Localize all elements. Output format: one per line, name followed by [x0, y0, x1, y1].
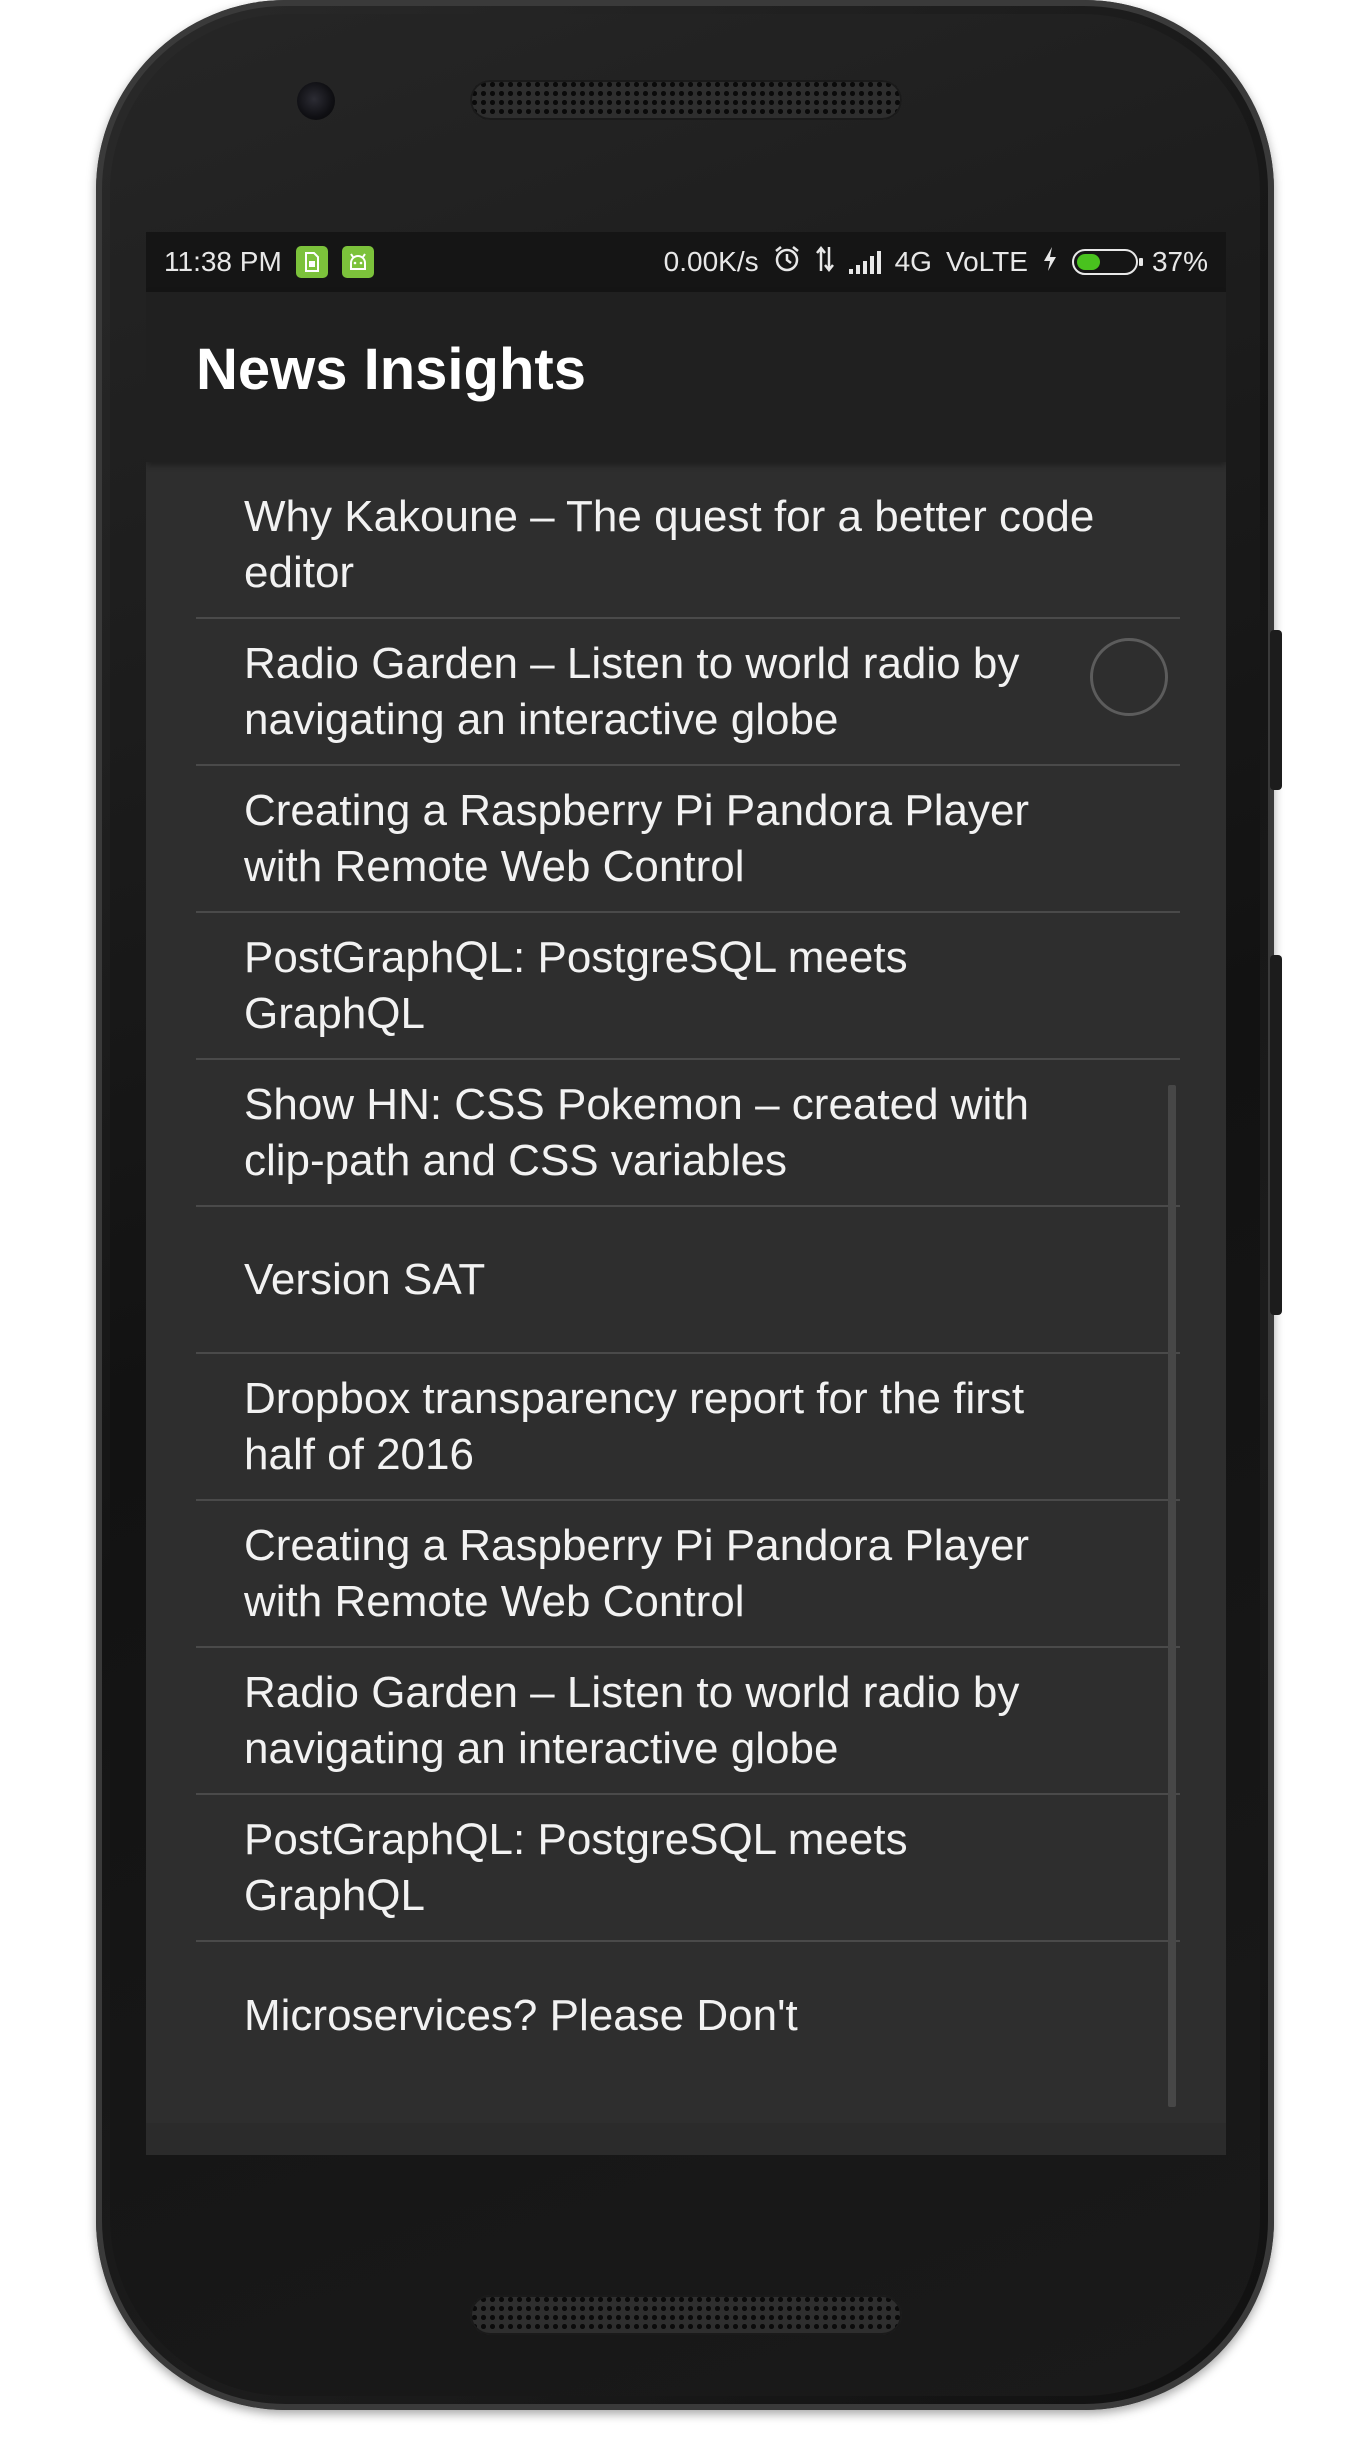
news-title: Version SAT [244, 1254, 486, 1304]
battery-icon [1071, 249, 1143, 275]
news-title: Dropbox transparency report for the firs… [244, 1373, 1025, 1479]
list-item[interactable]: Radio Garden – Listen to world radio by … [196, 1648, 1180, 1795]
news-title: PostGraphQL: PostgreSQL meets GraphQL [244, 932, 908, 1038]
news-title: Radio Garden – Listen to world radio by … [244, 638, 1020, 744]
news-title: Show HN: CSS Pokemon – created with clip… [244, 1079, 1030, 1185]
news-title: Creating a Raspberry Pi Pandora Player w… [244, 1520, 1030, 1626]
phone-screen: 11:38 PM 0.00K/s 4G VoLTE 37% News Insig… [146, 232, 1226, 2155]
page-title: News Insights [196, 337, 586, 402]
list-item[interactable]: Why Kakoune – The quest for a better cod… [196, 472, 1180, 619]
volte-label: VoLTE [945, 246, 1028, 277]
status-bar: 11:38 PM 0.00K/s 4G VoLTE 37% [146, 232, 1226, 292]
list-item[interactable]: PostGraphQL: PostgreSQL meets GraphQL [196, 913, 1180, 1060]
status-time: 11:38 PM [164, 246, 282, 277]
android-icon [341, 246, 374, 278]
list-item[interactable]: Microservices? Please Don't [196, 1942, 1180, 2089]
battery-level-fill [1076, 254, 1100, 270]
bottom-speaker [470, 2295, 902, 2335]
news-title: Microservices? Please Don't [244, 1990, 798, 2040]
network-speed: 0.00K/s [663, 246, 759, 277]
earpiece-speaker [470, 80, 902, 120]
data-transfer-icon [815, 245, 835, 280]
status-bar-left: 11:38 PM [164, 232, 374, 292]
news-list[interactable]: Why Kakoune – The quest for a better cod… [196, 472, 1180, 2089]
battery-percent: 37% [1151, 246, 1208, 277]
news-title: Creating a Raspberry Pi Pandora Player w… [244, 785, 1030, 891]
app-bar: News Insights [146, 292, 1226, 462]
list-item[interactable]: PostGraphQL: PostgreSQL meets GraphQL [196, 1795, 1180, 1942]
sim-card-icon [295, 246, 328, 278]
volume-rocker [1270, 955, 1282, 1315]
screen-bottom-edge [146, 2123, 1226, 2155]
touch-indicator [1090, 638, 1168, 716]
scrollbar[interactable] [1168, 1085, 1176, 2107]
list-item[interactable]: Creating a Raspberry Pi Pandora Player w… [196, 1501, 1180, 1648]
list-item[interactable]: Creating a Raspberry Pi Pandora Player w… [196, 766, 1180, 913]
front-camera [297, 82, 335, 120]
list-item[interactable]: Dropbox transparency report for the firs… [196, 1354, 1180, 1501]
news-title: Why Kakoune – The quest for a better cod… [244, 491, 1095, 597]
charging-icon [1042, 245, 1058, 280]
signal-icon [848, 250, 881, 274]
network-type: 4G [894, 246, 932, 277]
news-title: PostGraphQL: PostgreSQL meets GraphQL [244, 1814, 908, 1920]
list-item[interactable]: Radio Garden – Listen to world radio by … [196, 619, 1180, 766]
list-item[interactable]: Show HN: CSS Pokemon – created with clip… [196, 1060, 1180, 1207]
power-button [1270, 630, 1282, 790]
news-title: Radio Garden – Listen to world radio by … [244, 1667, 1020, 1773]
list-item[interactable]: Version SAT [196, 1207, 1180, 1354]
alarm-icon [773, 245, 801, 280]
status-bar-right: 0.00K/s 4G VoLTE 37% [664, 232, 1208, 292]
